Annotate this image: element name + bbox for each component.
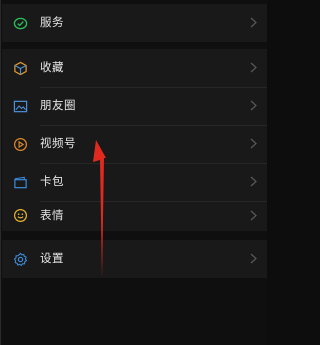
chevron-right-icon xyxy=(250,62,257,73)
me-menu-panel: 服务 收藏 朋友圈 视频号 卡包 表情 设置 xyxy=(0,0,267,345)
moments-image-icon xyxy=(13,100,28,113)
menu-item-services-label: 服务 xyxy=(40,15,64,29)
menu-item-moments-label: 朋友圈 xyxy=(40,98,76,112)
chevron-right-icon xyxy=(250,253,257,264)
menu-item-stickers-label: 表情 xyxy=(40,208,64,222)
chevron-right-icon xyxy=(250,100,257,111)
services-check-icon xyxy=(13,17,28,30)
menu-item-favorites[interactable]: 收藏 xyxy=(2,49,267,87)
menu-item-cards[interactable]: 卡包 xyxy=(2,163,267,201)
chevron-right-icon xyxy=(250,138,257,149)
menu-item-services[interactable]: 服务 xyxy=(2,4,267,42)
favorites-cube-icon xyxy=(14,61,27,76)
features-group: 收藏 朋友圈 视频号 卡包 表情 xyxy=(2,49,267,231)
chevron-right-icon xyxy=(250,176,257,187)
services-group: 服务 xyxy=(2,4,267,42)
menu-item-cards-label: 卡包 xyxy=(40,174,64,188)
settings-group: 设置 xyxy=(2,240,267,278)
chevron-right-icon xyxy=(250,17,257,28)
menu-item-favorites-label: 收藏 xyxy=(40,60,64,74)
menu-item-channels[interactable]: 视频号 xyxy=(2,125,267,163)
channels-play-icon xyxy=(13,137,28,152)
chevron-right-icon xyxy=(250,210,257,221)
menu-item-settings-label: 设置 xyxy=(40,251,64,265)
menu-item-channels-label: 视频号 xyxy=(40,136,76,150)
menu-item-settings[interactable]: 设置 xyxy=(2,240,267,278)
menu-item-stickers[interactable]: 表情 xyxy=(2,201,267,231)
card-wallet-icon xyxy=(14,176,27,189)
sticker-smile-icon xyxy=(13,208,28,223)
menu-item-moments[interactable]: 朋友圈 xyxy=(2,87,267,125)
settings-gear-icon xyxy=(13,252,28,267)
